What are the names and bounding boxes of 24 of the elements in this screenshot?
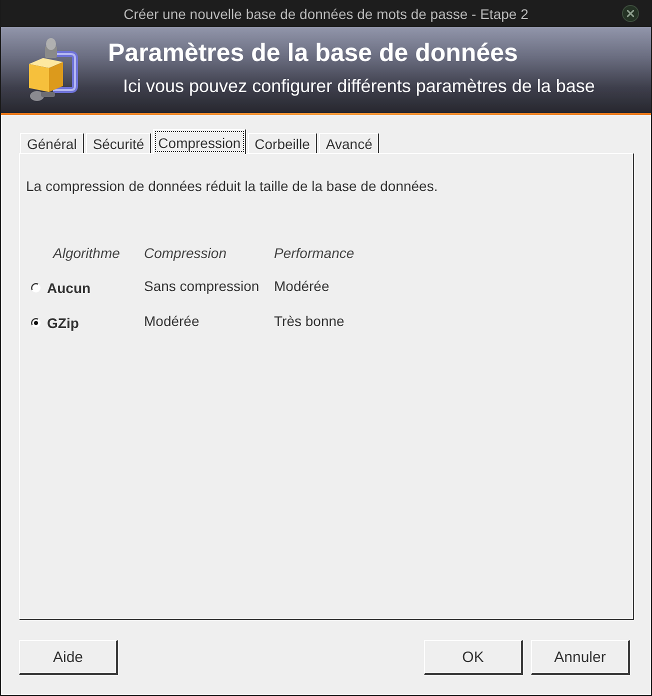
radio-button[interactable] <box>31 283 41 293</box>
tab[interactable]: Sécurité <box>86 133 152 153</box>
tab[interactable]: Général <box>20 133 84 153</box>
radio-button[interactable] <box>31 318 41 328</box>
dialog-button[interactable]: Annuler <box>531 640 630 675</box>
window-title: Créer une nouvelle base de données de mots de passe - Etape 2 <box>124 6 528 22</box>
table-cell-text: Modérée <box>274 278 330 294</box>
tab[interactable]: Compression <box>153 129 246 154</box>
tab[interactable]: Avancé <box>318 133 380 153</box>
dialog-button[interactable]: OK <box>424 640 523 675</box>
description-text: La compression de données réduit la taille de la base de données. <box>26 178 439 194</box>
column-header: Compression <box>144 245 228 261</box>
column-header: Performance <box>274 245 356 261</box>
algorithm-label: Aucun <box>47 280 91 296</box>
help-button[interactable]: Aide <box>19 640 118 675</box>
header-subtitle: Ici vous pouvez configurer différents paramètres de la base <box>123 76 595 97</box>
close-icon[interactable] <box>622 5 639 22</box>
table-cell-text: Très bonne <box>274 313 346 329</box>
header-title: Paramètres de la base de données <box>108 39 519 68</box>
algorithm-label: GZip <box>47 315 79 331</box>
tab[interactable]: Corbeille <box>248 133 317 153</box>
column-header: Algorithme <box>52 245 121 261</box>
table-cell-text: Sans compression <box>144 278 260 294</box>
table-cell-text: Modérée <box>144 313 200 329</box>
